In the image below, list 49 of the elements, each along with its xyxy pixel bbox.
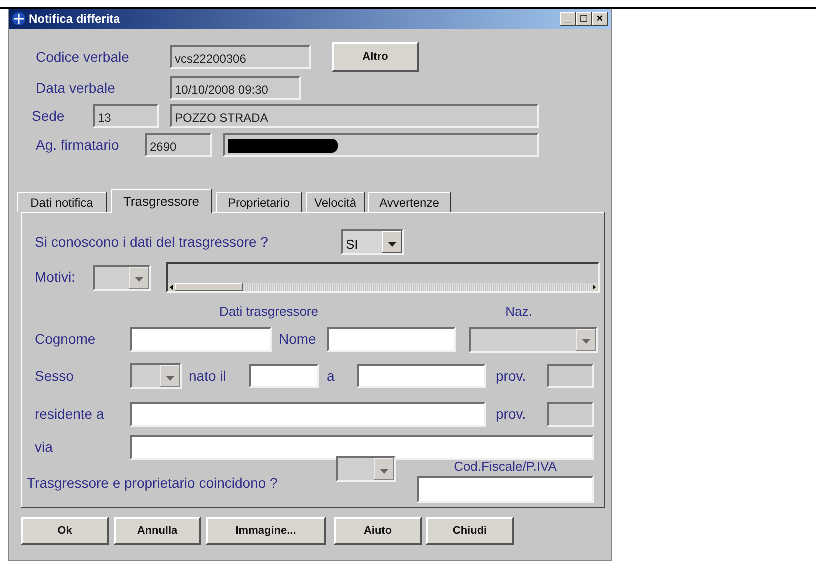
tab[interactable]: Avvertenze bbox=[368, 192, 451, 213]
close-button[interactable]: × bbox=[592, 12, 608, 26]
minimize-button[interactable]: _ bbox=[560, 12, 576, 26]
text-field[interactable] bbox=[357, 364, 486, 388]
scrollbar[interactable] bbox=[168, 283, 598, 291]
scroll-right-icon[interactable] bbox=[591, 284, 598, 290]
field-label: Codice verbale bbox=[36, 48, 130, 66]
field-label: nato il bbox=[189, 366, 228, 386]
field-label: Sede bbox=[32, 106, 66, 126]
dropdown-value: SI bbox=[345, 236, 360, 253]
section-heading: Naz. bbox=[504, 302, 534, 321]
dialog-button[interactable]: Chiudi bbox=[426, 517, 514, 545]
window-title: Notifica differita bbox=[29, 11, 120, 28]
field-label: residente a bbox=[35, 405, 106, 424]
tab[interactable]: Proprietario bbox=[216, 192, 302, 213]
field-label: Nome bbox=[279, 330, 318, 349]
field-caption: Cod.Fiscale/P.IVA bbox=[453, 458, 558, 476]
text-field[interactable] bbox=[130, 435, 594, 460]
text-field[interactable] bbox=[130, 327, 272, 352]
section-heading: Dati trasgressore bbox=[218, 302, 320, 321]
app-icon bbox=[12, 12, 26, 26]
scroll-left-icon[interactable] bbox=[168, 284, 175, 290]
field-label: Cognome bbox=[35, 330, 97, 349]
field-label: a bbox=[327, 366, 336, 386]
tab[interactable]: Trasgressore bbox=[111, 189, 212, 213]
dialog-button[interactable]: Annulla bbox=[114, 517, 201, 545]
text-field[interactable] bbox=[130, 402, 486, 427]
field-label: via bbox=[35, 438, 54, 457]
field-label: Data verbale bbox=[36, 78, 116, 98]
dialog-button[interactable]: Immagine... bbox=[206, 517, 326, 545]
field-label: Ag. firmatario bbox=[36, 136, 120, 155]
field-label: Trasgressore e proprietario coincidono ? bbox=[27, 474, 279, 493]
text-field[interactable] bbox=[417, 476, 594, 503]
field-label: prov. bbox=[496, 405, 528, 424]
tab[interactable]: Velocità bbox=[306, 192, 365, 213]
field-label: Motivi: bbox=[35, 268, 76, 287]
text-field[interactable] bbox=[327, 327, 456, 352]
scroll-thumb[interactable] bbox=[175, 283, 243, 291]
list-box[interactable] bbox=[166, 262, 600, 293]
tab[interactable]: Dati notifica bbox=[17, 192, 107, 213]
dropdown[interactable]: SI bbox=[341, 229, 404, 255]
dialog-button[interactable]: Aiuto bbox=[334, 517, 422, 545]
dialog-button[interactable]: Ok bbox=[21, 517, 109, 545]
maximize-button[interactable]: □ bbox=[576, 12, 592, 26]
field-label: Sesso bbox=[35, 366, 75, 386]
altro-button[interactable]: Altro bbox=[332, 42, 419, 72]
field-label: Si conoscono i dati del trasgressore ? bbox=[35, 232, 270, 252]
field-label: prov. bbox=[496, 366, 528, 386]
text-field[interactable] bbox=[249, 364, 319, 388]
